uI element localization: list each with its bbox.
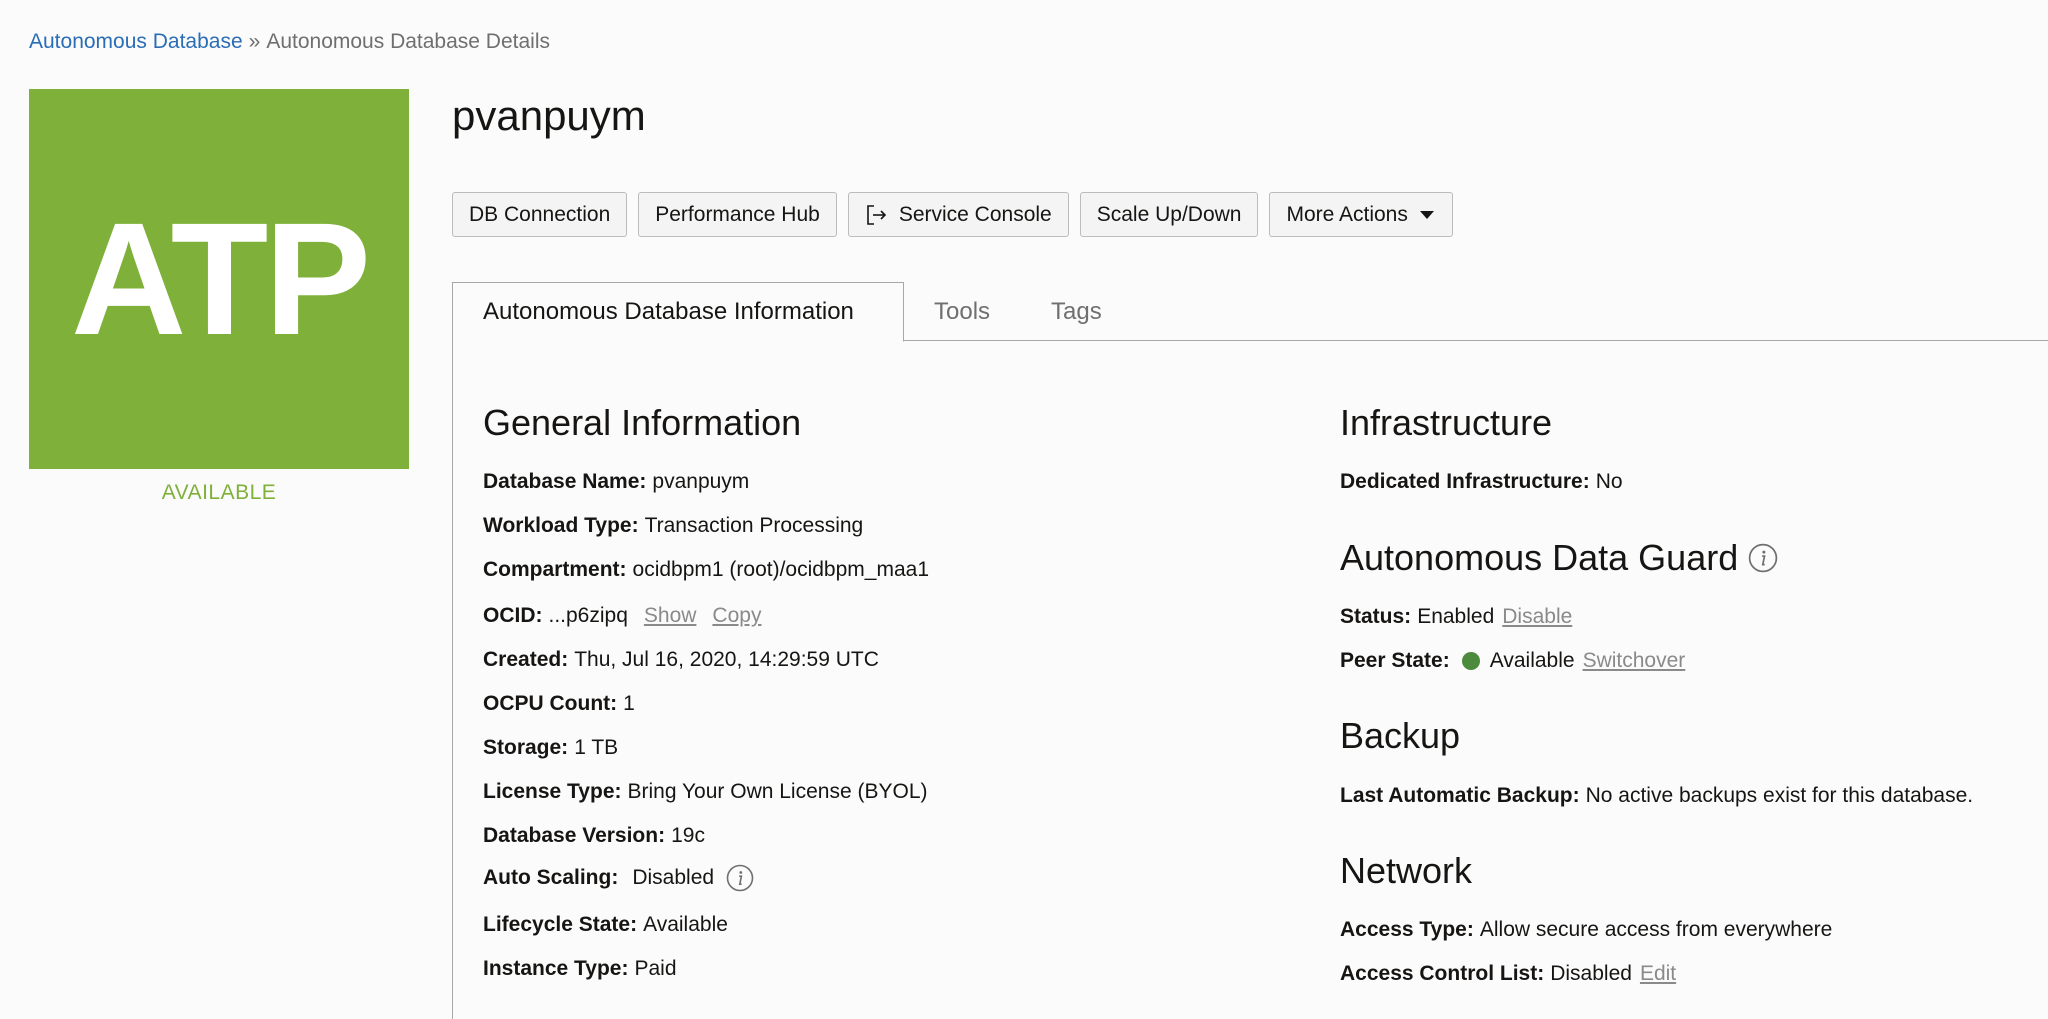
dedicated-infrastructure-label: Dedicated Infrastructure: — [1340, 470, 1590, 493]
database-version-row: Database Version: 19c — [483, 824, 705, 848]
peer-state-label: Peer State: — [1340, 649, 1450, 672]
last-automatic-backup-value: No active backups exist for this databas… — [1585, 784, 1974, 807]
service-console-label: Service Console — [898, 202, 1052, 226]
dedicated-infrastructure-value: No — [1595, 470, 1623, 493]
database-name-row: Database Name: pvanpuym — [483, 470, 749, 494]
peer-state-row: Peer State: Available Switchover — [1340, 649, 1685, 673]
auto-scaling-label: Auto Scaling: — [483, 866, 619, 889]
instance-type-label: Instance Type: — [483, 957, 629, 980]
access-control-list-row: Access Control List: Disabled Edit — [1340, 962, 1676, 986]
ocid-label: OCID: — [483, 604, 543, 627]
page-title: pvanpuym — [452, 92, 646, 139]
auto-scaling-value: Disabled — [632, 866, 715, 889]
lifecycle-state-value: Available — [643, 913, 728, 936]
scale-up-down-label: Scale Up/Down — [1096, 202, 1242, 226]
license-type-label: License Type: — [483, 780, 622, 803]
compartment-label: Compartment: — [483, 558, 627, 581]
created-row: Created: Thu, Jul 16, 2020, 14:29:59 UTC — [483, 648, 879, 672]
last-automatic-backup-row: Last Automatic Backup: No active backups… — [1340, 784, 1973, 808]
tab-label: Tools — [934, 297, 991, 325]
info-icon[interactable] — [726, 864, 754, 892]
dedicated-infrastructure-row: Dedicated Infrastructure: No — [1340, 470, 1623, 494]
breadcrumb-link-autonomous-database[interactable]: Autonomous Database — [29, 30, 243, 53]
db-connection-label: DB Connection — [469, 202, 611, 226]
ocpu-count-label: OCPU Count: — [483, 692, 618, 715]
caret-down-icon — [1418, 209, 1436, 221]
backup-heading: Backup — [1340, 715, 1461, 756]
auto-scaling-row: Auto Scaling: Disabled — [483, 864, 754, 892]
workload-type-label: Workload Type: — [483, 514, 639, 537]
scale-up-down-button[interactable]: Scale Up/Down — [1079, 192, 1259, 237]
db-connection-button[interactable]: DB Connection — [452, 192, 628, 237]
access-type-value: Allow secure access from everywhere — [1479, 918, 1833, 941]
tab-panel-border — [452, 341, 453, 1019]
breadcrumb-separator: » — [248, 30, 261, 53]
workload-type-value: Transaction Processing — [644, 514, 864, 537]
tab-tags[interactable]: Tags — [1051, 282, 1102, 341]
compartment-value: ocidbpm1 (root)/ocidbpm_maa1 — [632, 558, 929, 581]
created-value: Thu, Jul 16, 2020, 14:29:59 UTC — [574, 648, 879, 671]
ocpu-count-value: 1 — [623, 692, 635, 715]
access-type-label: Access Type: — [1340, 918, 1474, 941]
disable-link[interactable]: Disable — [1502, 605, 1572, 629]
peer-state-value: Available — [1489, 649, 1575, 672]
data-guard-status-label: Status: — [1340, 605, 1412, 628]
breadcrumb: Autonomous Database» Autonomous Database … — [29, 30, 550, 54]
breadcrumb-current: Autonomous Database Details — [266, 30, 550, 53]
info-icon[interactable] — [1748, 543, 1778, 573]
action-toolbar: DB Connection Performance Hub Service Co… — [452, 192, 1453, 237]
lifecycle-state-label: Lifecycle State: — [483, 913, 638, 936]
tab-label: Tags — [1051, 297, 1102, 325]
access-type-row: Access Type: Allow secure access from ev… — [1340, 918, 1832, 942]
access-control-list-label: Access Control List: — [1340, 962, 1545, 985]
tab-tools[interactable]: Tools — [934, 282, 990, 341]
switchover-link[interactable]: Switchover — [1583, 649, 1686, 673]
infrastructure-heading: Infrastructure — [1340, 402, 1553, 443]
instance-type-value: Paid — [634, 957, 677, 980]
database-name-label: Database Name: — [483, 470, 647, 493]
lifecycle-state-row: Lifecycle State: Available — [483, 913, 728, 937]
storage-label: Storage: — [483, 736, 569, 759]
tab-autonomous-database-information[interactable]: Autonomous Database Information — [452, 282, 904, 342]
license-type-value: Bring Your Own License (BYOL) — [627, 780, 928, 803]
database-name-value: pvanpuym — [652, 470, 750, 493]
tab-label: Autonomous Database Information — [483, 298, 854, 325]
instance-type-row: Instance Type: Paid — [483, 957, 677, 981]
service-console-button[interactable]: Service Console — [847, 192, 1069, 237]
available-status-dot — [1461, 652, 1480, 670]
database-version-label: Database Version: — [483, 824, 666, 847]
ocid-show-link[interactable]: Show — [644, 604, 697, 628]
ocid-row: OCID: ...p6zipq Show Copy — [483, 604, 761, 628]
database-version-value: 19c — [671, 824, 705, 847]
performance-hub-button[interactable]: Performance Hub — [638, 192, 837, 237]
network-heading: Network — [1340, 850, 1473, 891]
ocid-copy-link[interactable]: Copy — [712, 604, 761, 628]
storage-value: 1 TB — [574, 736, 619, 759]
last-automatic-backup-label: Last Automatic Backup: — [1340, 784, 1580, 807]
general-information-heading: General Information — [483, 402, 802, 443]
acl-edit-link[interactable]: Edit — [1640, 962, 1676, 986]
performance-hub-label: Performance Hub — [655, 202, 820, 226]
more-actions-label: More Actions — [1286, 202, 1408, 226]
workload-type-row: Workload Type: Transaction Processing — [483, 514, 863, 538]
created-label: Created: — [483, 648, 569, 671]
atp-logo-text: ATP — [70, 189, 371, 368]
compartment-row: Compartment: ocidbpm1 (root)/ocidbpm_maa… — [483, 558, 929, 582]
ocid-value: ...p6zipq — [548, 604, 628, 627]
data-guard-heading: Autonomous Data Guard — [1340, 537, 1778, 579]
storage-row: Storage: 1 TB — [483, 736, 618, 760]
data-guard-heading-text: Autonomous Data Guard — [1340, 537, 1739, 578]
ocpu-count-row: OCPU Count: 1 — [483, 692, 635, 716]
more-actions-button[interactable]: More Actions — [1269, 192, 1453, 237]
tab-bar: Autonomous Database Information Tools Ta… — [452, 282, 2048, 342]
lifecycle-status-label: AVAILABLE — [161, 481, 277, 504]
data-guard-status-row: Status: Enabled Disable — [1340, 605, 1572, 629]
data-guard-status-value: Enabled — [1417, 605, 1495, 628]
external-link-icon — [865, 203, 889, 227]
access-control-list-value: Disabled — [1550, 962, 1632, 985]
license-type-row: License Type: Bring Your Own License (BY… — [483, 780, 928, 804]
atp-logo-tile: ATP — [29, 89, 409, 469]
